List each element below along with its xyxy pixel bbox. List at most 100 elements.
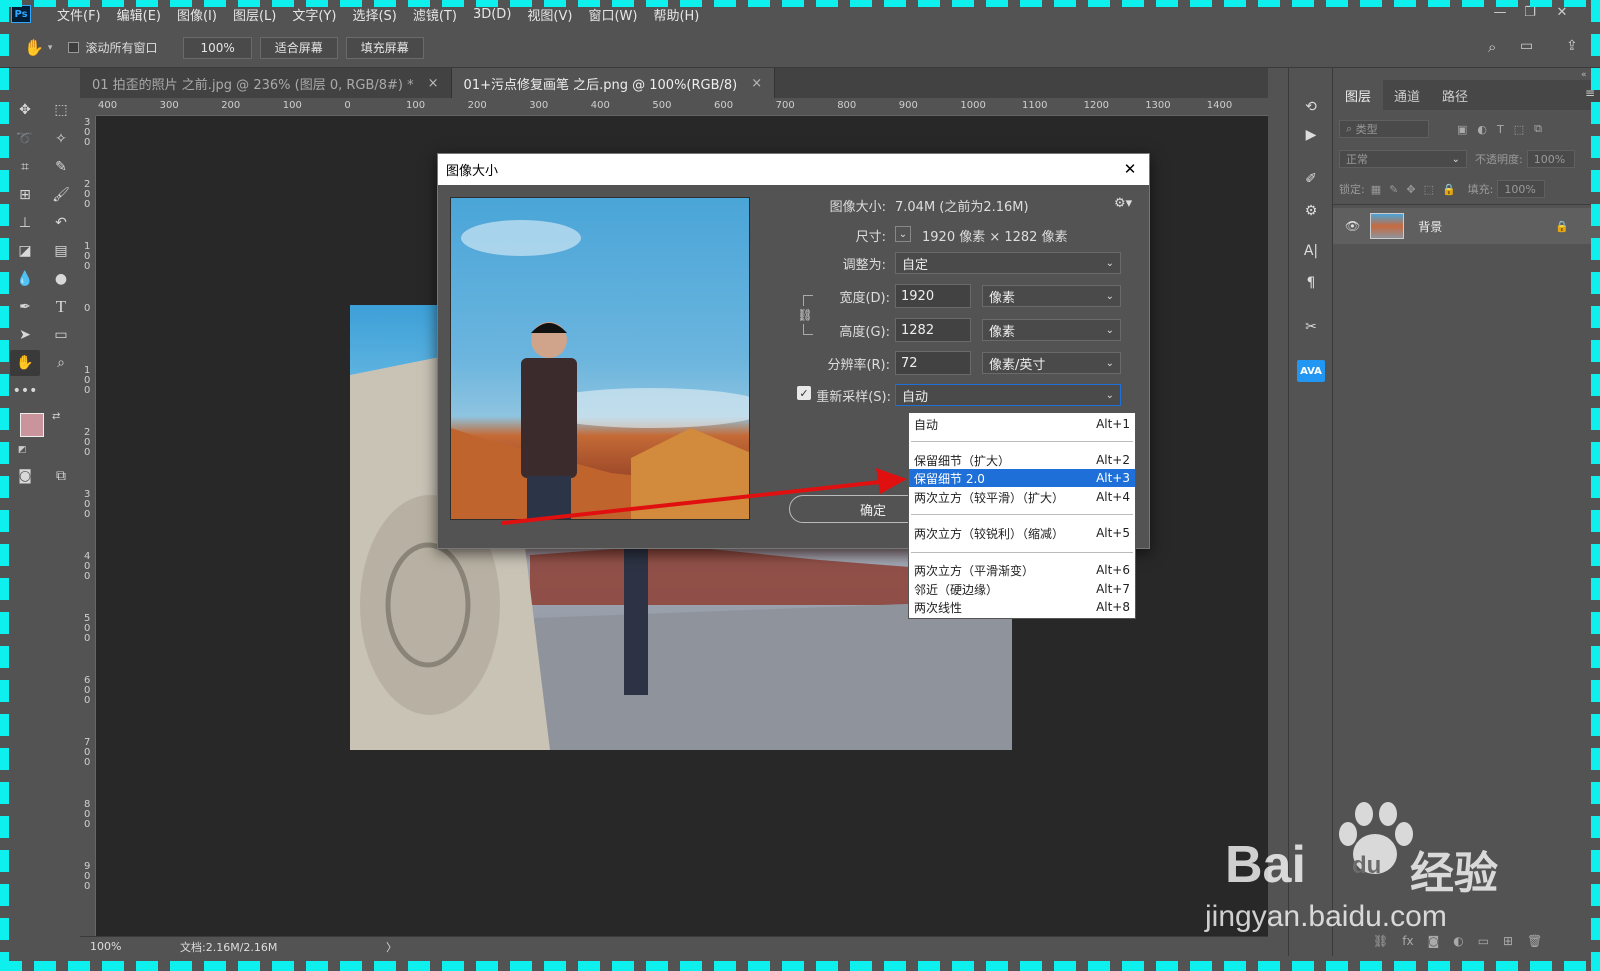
resample-option-preserve-details-2[interactable]: 保留细节 2.0 Alt+3 xyxy=(909,469,1135,487)
height-input[interactable]: 1282 xyxy=(895,318,971,342)
resample-option-bicubic-smoother[interactable]: 两次立方（较平滑）（扩大） Alt+4 xyxy=(909,488,1135,506)
hand-tool-icon[interactable]: ✋ xyxy=(24,38,44,57)
fill-screen-button[interactable]: 填充屏幕 xyxy=(345,36,424,59)
tools-icon[interactable]: ✂ xyxy=(1297,316,1325,338)
history-icon[interactable]: ⟲ xyxy=(1297,96,1325,118)
panel-menu-icon[interactable]: ≡ xyxy=(1585,86,1595,100)
eraser-tool-icon[interactable]: ◪ xyxy=(10,238,40,264)
resample-option-auto[interactable]: 自动 Alt+1 xyxy=(909,415,1135,433)
tab-layers[interactable]: 图层 xyxy=(1333,80,1383,110)
zoom-value-field[interactable]: 100% xyxy=(183,36,252,59)
chevron-right-icon[interactable]: 〉 xyxy=(386,939,397,955)
menu-edit[interactable]: 编辑(E) xyxy=(109,5,169,24)
resample-select[interactable]: 自动 ⌄ xyxy=(895,384,1121,406)
width-input[interactable]: 1920 xyxy=(895,284,971,308)
checkbox-icon[interactable] xyxy=(68,42,80,53)
play-icon[interactable]: ▶ xyxy=(1297,124,1325,146)
resample-option-bicubic-sharper[interactable]: 两次立方（较锐利）（缩减） Alt+5 xyxy=(909,524,1135,542)
ava-plugin-icon[interactable]: AVA xyxy=(1297,360,1325,382)
more-tools-icon[interactable]: ••• xyxy=(10,378,40,404)
image-preview[interactable] xyxy=(450,197,750,520)
menu-view[interactable]: 视图(V) xyxy=(519,5,580,24)
fit-screen-button[interactable]: 适合屏幕 xyxy=(259,36,338,59)
menu-type[interactable]: 文字(Y) xyxy=(284,5,344,24)
swap-colors-icon[interactable]: ⇄ xyxy=(52,411,60,422)
chevron-down-icon[interactable]: ▾ xyxy=(48,43,53,53)
fit-to-select[interactable]: 自定 ⌄ xyxy=(895,252,1121,274)
share-icon[interactable]: ⇪ xyxy=(1566,38,1578,54)
rectangle-tool-icon[interactable]: ▭ xyxy=(46,322,76,348)
tab-document-1[interactable]: 01 拍歪的照片 之前.jpg @ 236% (图层 0, RGB/8#) * … xyxy=(80,68,452,98)
filter-adjust-icon[interactable]: ◐ xyxy=(1477,123,1487,136)
menu-filter[interactable]: 滤镜(T) xyxy=(405,5,465,24)
fill-field[interactable]: 100% xyxy=(1497,180,1546,198)
resolution-unit-select[interactable]: 像素/英寸 ⌄ xyxy=(982,352,1121,374)
gear-icon[interactable]: ⚙▾ xyxy=(1114,196,1132,211)
opacity-field[interactable]: 100% xyxy=(1526,150,1575,168)
patch-tool-icon[interactable]: ⊞ xyxy=(10,182,40,208)
paragraph-icon[interactable]: ¶ xyxy=(1297,272,1325,294)
dialog-close-button[interactable]: ✕ xyxy=(1119,157,1141,181)
adjustments-icon[interactable]: ⚙ xyxy=(1297,200,1325,222)
lock-paint-icon[interactable]: ✎ xyxy=(1389,183,1398,196)
eyedropper-icon[interactable]: ✎ xyxy=(46,154,76,180)
path-select-icon[interactable]: ➤ xyxy=(10,322,40,348)
menu-3d[interactable]: 3D(D) xyxy=(465,7,519,22)
brush-settings-icon[interactable]: ✐ xyxy=(1297,168,1325,190)
menu-image[interactable]: 图像(I) xyxy=(169,5,225,24)
menu-select[interactable]: 选择(S) xyxy=(344,5,404,24)
gradient-tool-icon[interactable]: ▤ xyxy=(46,238,76,264)
zoom-tool-icon[interactable]: ⌕ xyxy=(46,350,76,376)
lock-all-icon[interactable]: 🔒 xyxy=(1442,183,1456,196)
tab-document-2[interactable]: 01+污点修复画笔 之后.png @ 100%(RGB/8) × xyxy=(451,68,776,98)
filter-type-icon[interactable]: T xyxy=(1497,123,1504,136)
tab-paths[interactable]: 路径 xyxy=(1431,80,1479,110)
menu-window[interactable]: 窗口(W) xyxy=(580,5,645,24)
resample-option-nearest-neighbor[interactable]: 邻近（硬边缘） Alt+7 xyxy=(909,580,1135,598)
layer-filter-select[interactable]: ⌕ 类型 xyxy=(1339,120,1429,138)
stamp-tool-icon[interactable]: ⊥ xyxy=(10,210,40,236)
character-icon[interactable]: A| xyxy=(1297,240,1325,262)
brush-tool-icon[interactable]: 🖌 xyxy=(46,182,76,208)
type-tool-icon[interactable]: T xyxy=(46,294,76,320)
crop-tool-icon[interactable]: ⌗ xyxy=(10,154,40,180)
pen-tool-icon[interactable]: ✒ xyxy=(10,294,40,320)
trash-icon[interactable]: 🗑 xyxy=(1527,934,1542,948)
dodge-tool-icon[interactable]: ● xyxy=(46,266,76,292)
blend-mode-select[interactable]: 正常 ⌄ xyxy=(1339,150,1467,168)
menu-layer[interactable]: 图层(L) xyxy=(225,5,284,24)
default-colors-icon[interactable]: ◩ xyxy=(18,445,27,455)
resample-option-preserve-details[interactable]: 保留细节（扩大） Alt+2 xyxy=(909,451,1135,469)
eye-icon[interactable]: 👁 xyxy=(1345,219,1360,233)
move-tool-icon[interactable]: ✥ xyxy=(10,97,40,123)
dimensions-dropdown-icon[interactable]: ⌄ xyxy=(895,226,911,242)
width-unit-select[interactable]: 像素 ⌄ xyxy=(982,285,1121,307)
lasso-tool-icon[interactable]: ➰ xyxy=(10,126,40,152)
resample-option-bilinear[interactable]: 两次线性 Alt+8 xyxy=(909,598,1135,616)
filter-image-icon[interactable]: ▣ xyxy=(1457,123,1467,136)
magic-wand-icon[interactable]: ✧ xyxy=(46,126,76,152)
minimize-icon[interactable]: — xyxy=(1486,0,1514,24)
status-zoom[interactable]: 100% xyxy=(90,940,136,953)
menu-file[interactable]: 文件(F) xyxy=(49,5,109,24)
filter-shape-icon[interactable]: ⬚ xyxy=(1514,123,1524,136)
search-icon[interactable]: ⌕ xyxy=(1488,38,1496,56)
workspace-icon[interactable]: ▭ xyxy=(1520,38,1533,54)
blur-tool-icon[interactable]: 💧 xyxy=(10,266,40,292)
collapse-icon[interactable]: « xyxy=(1581,70,1587,80)
layer-row-background[interactable]: 👁 背景 🔒 xyxy=(1333,208,1600,244)
restore-icon[interactable]: ❐ xyxy=(1516,0,1544,24)
resolution-input[interactable]: 72 xyxy=(895,351,971,375)
marquee-tool-icon[interactable]: ⬚ xyxy=(46,97,76,123)
lock-artboard-icon[interactable]: ⬚ xyxy=(1424,183,1434,196)
history-brush-icon[interactable]: ↶ xyxy=(46,210,76,236)
layer-name[interactable]: 背景 xyxy=(1418,218,1442,235)
foreground-color-swatch[interactable] xyxy=(20,413,44,437)
resample-option-bicubic-smooth-gradients[interactable]: 两次立方（平滑渐变） Alt+6 xyxy=(909,561,1135,579)
height-unit-select[interactable]: 像素 ⌄ xyxy=(982,319,1121,341)
close-window-icon[interactable]: ✕ xyxy=(1548,0,1576,24)
scroll-all-checkbox[interactable]: 滚动所有窗口 xyxy=(68,39,157,56)
screen-mode-icon[interactable]: ⧉ xyxy=(46,463,76,489)
close-icon[interactable]: × xyxy=(428,76,439,91)
filter-smart-icon[interactable]: ⧉ xyxy=(1534,122,1542,136)
